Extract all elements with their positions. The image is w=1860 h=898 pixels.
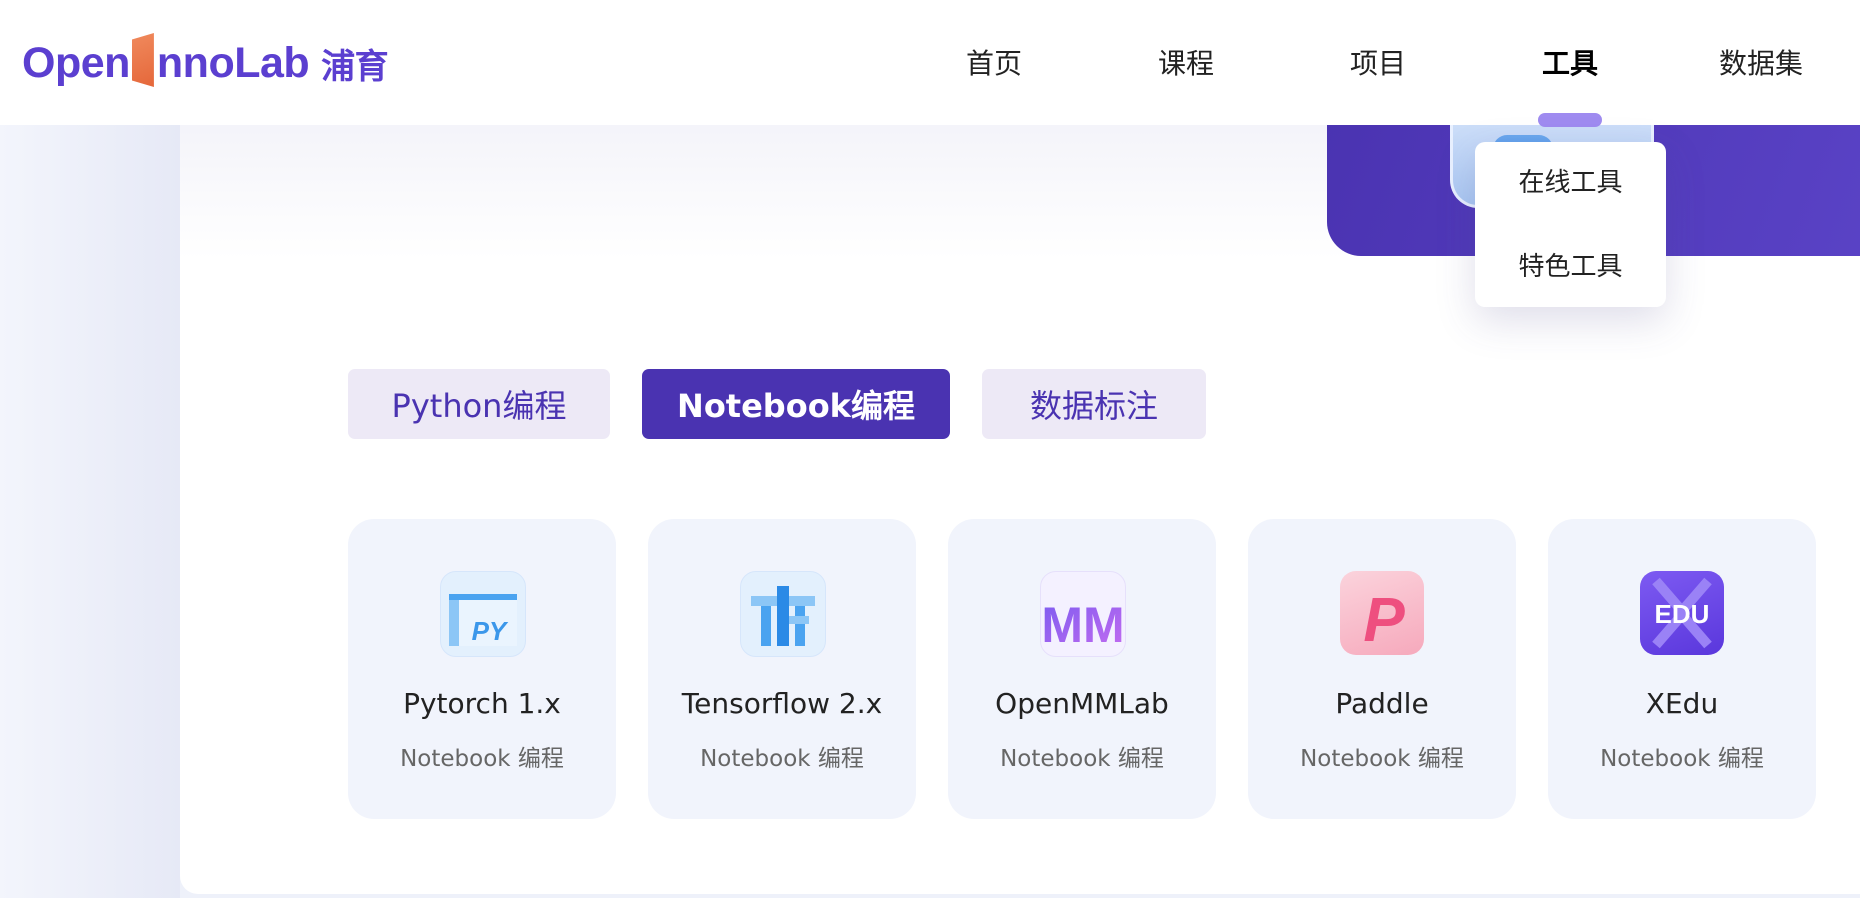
openmmlab-icon: MM	[1040, 571, 1126, 657]
nav-item-courses[interactable]: 课程	[1158, 42, 1214, 82]
dropdown-item-featured-tools[interactable]: 特色工具	[1475, 246, 1666, 283]
tool-name: Tensorflow 2.x	[681, 687, 883, 720]
dropdown-item-online-tools[interactable]: 在线工具	[1475, 162, 1666, 199]
svg-text:EDU: EDU	[1655, 599, 1710, 629]
tool-subtitle: Notebook 编程	[1300, 746, 1464, 772]
tool-subtitle: Notebook 编程	[1600, 746, 1764, 772]
tool-name: XEdu	[1645, 687, 1719, 720]
tool-subtitle: Notebook 编程	[400, 746, 564, 772]
main-nav: 首页 课程 项目 工具 数据集	[0, 0, 1860, 125]
nav-active-indicator	[1538, 113, 1602, 127]
tool-name: OpenMMLab	[995, 687, 1169, 720]
svg-text:PY: PY	[472, 616, 509, 646]
tool-card-tensorflow[interactable]: Tensorflow 2.x Notebook 编程	[648, 519, 916, 819]
tool-name: Pytorch 1.x	[403, 687, 561, 720]
page-background-left	[0, 0, 180, 898]
nav-item-datasets[interactable]: 数据集	[1719, 42, 1803, 82]
tool-card-paddle[interactable]: P Paddle Notebook 编程	[1248, 519, 1516, 819]
paddle-icon: P	[1340, 571, 1424, 655]
tool-card-xedu[interactable]: EDU XEdu Notebook 编程	[1548, 519, 1816, 819]
pytorch-py-icon: PY	[440, 571, 526, 657]
tab-python[interactable]: Python编程	[348, 369, 610, 439]
tab-notebook[interactable]: Notebook编程	[642, 369, 950, 439]
nav-item-home[interactable]: 首页	[966, 42, 1022, 82]
nav-item-tools[interactable]: 工具	[1542, 42, 1598, 82]
tensorflow-icon	[740, 571, 826, 657]
tab-data-annotation[interactable]: 数据标注	[982, 369, 1206, 439]
tools-dropdown-menu: 在线工具 特色工具	[1475, 142, 1666, 307]
tool-subtitle: Notebook 编程	[1000, 746, 1164, 772]
tool-subtitle: Notebook 编程	[700, 746, 864, 772]
top-header: Open nnoLab 浦育 首页 课程 项目 工具 数据集	[0, 0, 1860, 125]
xedu-icon: EDU	[1640, 571, 1724, 655]
svg-text:P: P	[1363, 586, 1405, 655]
svg-text:MM: MM	[1041, 597, 1124, 653]
tool-card-pytorch[interactable]: PY Pytorch 1.x Notebook 编程	[348, 519, 616, 819]
tool-card-openmmlab[interactable]: MM OpenMMLab Notebook 编程	[948, 519, 1216, 819]
nav-item-projects[interactable]: 项目	[1350, 42, 1406, 82]
tool-name: Paddle	[1335, 687, 1429, 720]
